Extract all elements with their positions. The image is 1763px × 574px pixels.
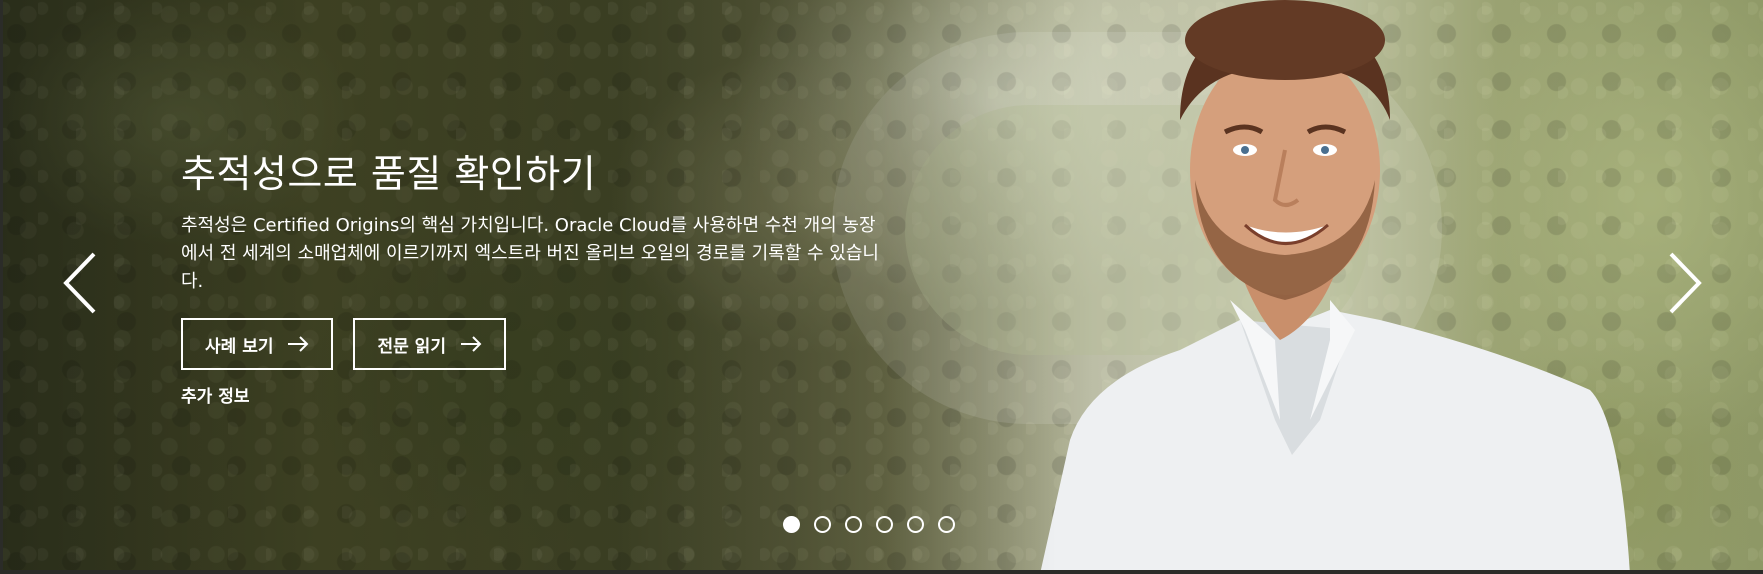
arrow-right-icon	[460, 336, 482, 352]
chevron-left-icon[interactable]	[60, 250, 100, 316]
arrow-right-icon	[288, 336, 309, 352]
left-edge	[0, 0, 3, 574]
carousel-dot-2[interactable]	[814, 516, 831, 533]
carousel-indicators	[783, 516, 955, 533]
carousel-dot-4[interactable]	[876, 516, 893, 533]
carousel-dot-5[interactable]	[907, 516, 924, 533]
read-full-button[interactable]: 전문 읽기	[353, 318, 506, 370]
carousel-dot-6[interactable]	[938, 516, 955, 533]
hero-content: 추적성으로 품질 확인하기 추적성은 Certified Origins의 핵심…	[181, 150, 901, 407]
carousel-dot-3[interactable]	[845, 516, 862, 533]
hero-title: 추적성으로 품질 확인하기	[181, 152, 597, 196]
read-full-label: 전문 읽기	[377, 336, 446, 357]
hero-banner: 추적성으로 품질 확인하기 추적성은 Certified Origins의 핵심…	[0, 0, 1763, 574]
view-case-label: 사례 보기	[205, 336, 274, 357]
cta-buttons: 사례 보기 전문 읽기	[181, 318, 901, 370]
bottom-border	[0, 570, 1763, 574]
carousel-dot-1[interactable]	[783, 516, 800, 533]
view-case-button[interactable]: 사례 보기	[181, 318, 334, 370]
chevron-right-icon[interactable]	[1665, 250, 1705, 316]
hero-description: 추적성은 Certified Origins의 핵심 가치입니다. Oracle…	[181, 215, 879, 292]
more-info-link[interactable]: 추가 정보	[181, 382, 901, 407]
